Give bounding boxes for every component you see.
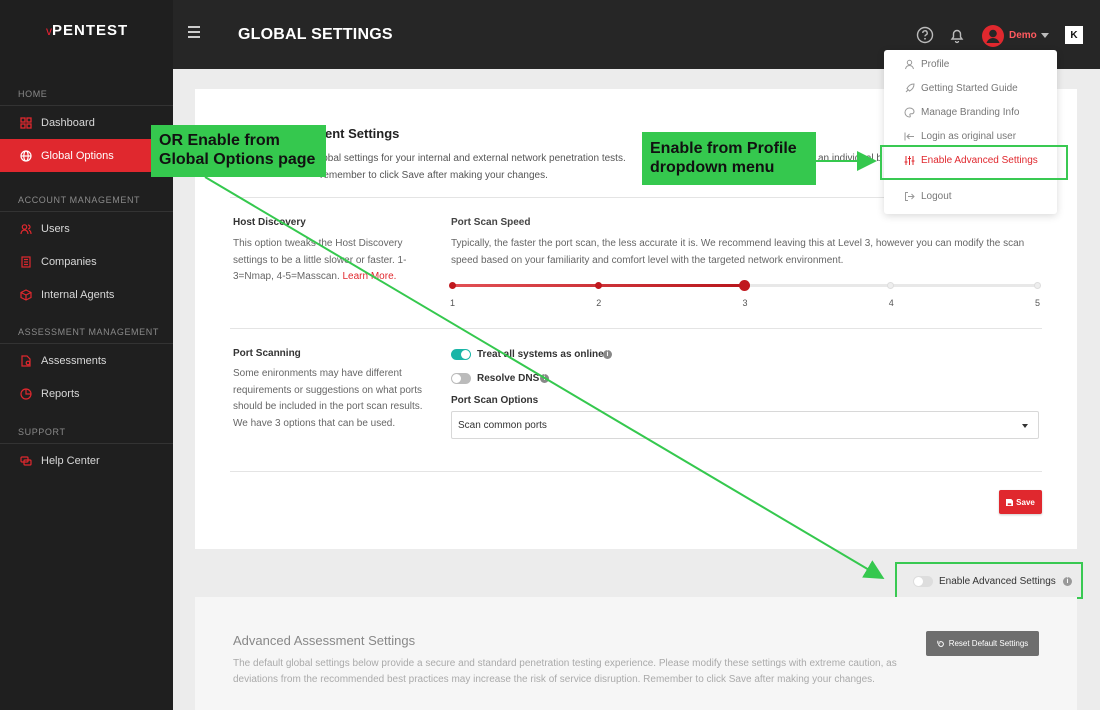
sidebar-item-help-center[interactable]: Help Center [0,444,173,477]
menu-item-getting-started[interactable]: Getting Started Guide [904,83,1018,94]
chart-icon [20,387,32,400]
slider-step-dot[interactable] [448,282,456,289]
menu-item-logout[interactable]: Logout [904,191,952,202]
chevron-down-icon[interactable] [1041,33,1049,38]
rocket-icon [905,83,915,93]
annotation-callout-left: OR Enable from Global Options page [151,125,326,177]
globe-icon [20,149,32,162]
reset-default-button[interactable]: Reset Default Settings [926,631,1039,656]
port-scanning-text: Some enironments may have different requ… [233,368,423,429]
treat-online-label: Treat all systems as online [477,349,604,360]
host-discovery-label: Host Discovery [233,217,306,228]
sidebar-item-label: Dashboard [41,116,95,129]
sidebar-section-account: ACCOUNT MANAGEMENT [18,195,141,205]
resolve-dns-label: Resolve DNS [477,373,540,384]
menu-icon[interactable] [188,26,200,38]
info-icon[interactable]: i [540,374,549,383]
users-icon [20,223,32,234]
help-circle-icon[interactable] [916,26,934,44]
sidebar-item-label: Users [41,222,70,235]
sidebar-item-label: Help Center [41,454,100,467]
port-scan-options-label: Port Scan Options [451,395,539,406]
sidebar-item-label: Internal Agents [41,288,115,301]
annotation-highlight-box [895,562,1083,599]
slider-level-label: 1 [450,298,456,308]
settings-title: ent Settings [325,126,400,141]
page-title: GLOBAL SETTINGS [238,26,393,43]
sidebar-item-companies[interactable]: Companies [0,245,173,278]
menu-item-profile[interactable]: Profile [904,59,949,70]
logout-icon [905,192,915,201]
sidebar-item-label: Reports [41,387,80,400]
save-button[interactable]: Save [999,490,1042,514]
sidebar-item-users[interactable]: Users [0,212,173,245]
menu-item-login-original[interactable]: Login as original user [904,131,1016,142]
sidebar: vPENTEST HOME Dashboard Global Options A… [0,0,173,710]
user-icon [905,59,914,70]
annotation-callout-right: Enable from Profile dropdown menu [642,132,816,185]
port-scan-speed-text: Typically, the faster the port scan, the… [451,238,1025,266]
advanced-settings-title: Advanced Assessment Settings [233,633,416,648]
host-discovery-text: This option tweaks the Host Discovery se… [233,238,407,282]
resolve-dns-toggle[interactable] [451,373,471,384]
slider-level-label: 2 [596,298,602,308]
sidebar-item-label: Assessments [41,354,107,367]
sidebar-section-assessment: ASSESSMENT MANAGEMENT [18,327,159,337]
login-icon [904,132,914,141]
port-scanning-label: Port Scanning [233,348,301,359]
document-icon [21,354,31,367]
divider [230,328,1042,329]
sidebar-item-reports[interactable]: Reports [0,377,173,410]
sidebar-item-internal-agents[interactable]: Internal Agents [0,278,173,311]
help-icon [20,455,32,466]
building-icon [21,255,31,268]
slider-level-label: 5 [1035,298,1041,308]
sidebar-item-label: Companies [41,255,97,268]
sidebar-item-label: Global Options [41,149,114,162]
info-icon[interactable]: i [603,350,612,359]
slider-level-label: 4 [888,298,894,308]
sidebar-item-global-options[interactable]: Global Options [0,139,173,172]
sidebar-item-dashboard[interactable]: Dashboard [0,106,173,139]
treat-online-toggle[interactable] [451,349,471,360]
slider-step-dot[interactable] [1033,282,1041,289]
grid-icon [20,116,32,129]
avatar[interactable] [982,25,1004,47]
slider-thumb[interactable] [739,280,750,291]
menu-item-branding[interactable]: Manage Branding Info [904,107,1019,118]
slider-step-dot[interactable] [594,282,602,289]
floppy-icon [1006,498,1014,506]
user-avatar-icon [986,29,1000,43]
port-scan-options-select[interactable]: Scan common ports [451,411,1039,439]
bell-icon[interactable] [948,26,966,44]
learn-more-link[interactable]: Learn More. [343,271,397,282]
brand-logo: K [1065,26,1083,44]
sidebar-section-support: SUPPORT [18,427,66,437]
caret-down-icon [1022,424,1028,428]
port-scan-speed-label: Port Scan Speed [451,217,531,228]
divider [230,471,1042,472]
annotation-highlight-box [880,145,1068,180]
sidebar-section-home: HOME [18,89,48,99]
reset-icon [937,640,944,647]
sidebar-item-assessments[interactable]: Assessments [0,344,173,377]
user-name[interactable]: Demo [1009,30,1037,41]
palette-icon [904,107,915,118]
app-logo[interactable]: vPENTEST [46,22,128,39]
cube-icon [20,288,32,301]
slider-level-label: 3 [742,298,748,308]
advanced-settings-description: The default global settings below provid… [233,658,897,685]
